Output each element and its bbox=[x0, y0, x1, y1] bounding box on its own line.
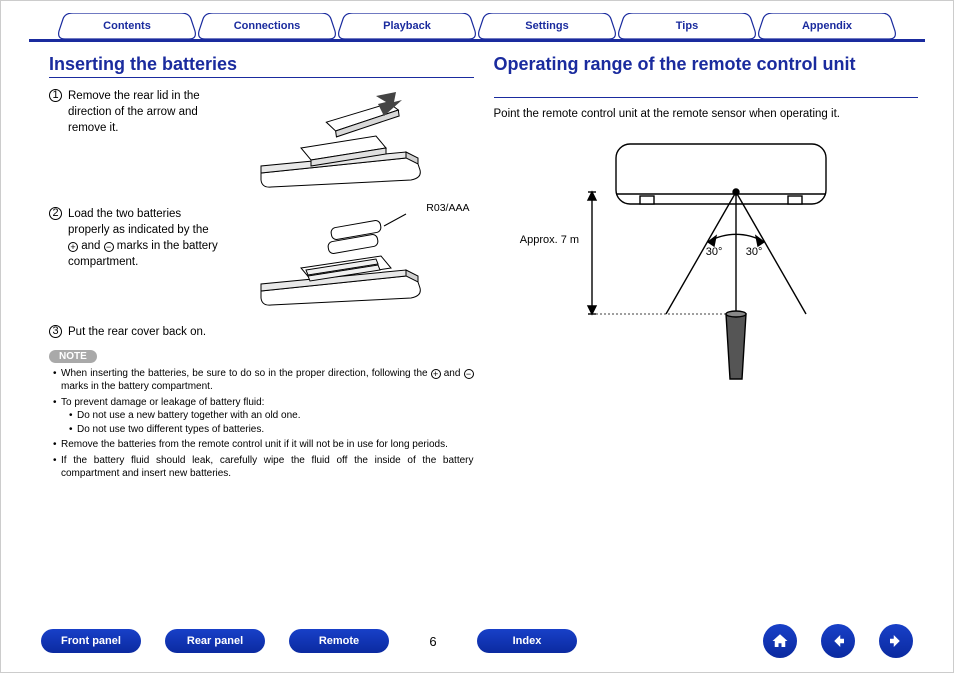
home-button[interactable] bbox=[763, 624, 797, 658]
index-button[interactable]: Index bbox=[477, 629, 577, 653]
tab-label: Tips bbox=[676, 20, 698, 32]
step-text: Put the rear cover back on. bbox=[68, 324, 206, 340]
angle-left-label: 30° bbox=[706, 246, 723, 258]
tab-label: Appendix bbox=[802, 20, 852, 32]
note-item: To prevent damage or leakage of battery … bbox=[53, 396, 474, 437]
arrow-right-icon bbox=[887, 632, 905, 650]
footer-bar: Front panel Rear panel Remote 6 Index bbox=[1, 624, 953, 658]
intro-text: Point the remote control unit at the rem… bbox=[494, 108, 919, 120]
tab-label: Playback bbox=[383, 20, 431, 32]
arrow-left-icon bbox=[829, 632, 847, 650]
angle-right-label: 30° bbox=[746, 246, 763, 258]
tab-playback[interactable]: Playback bbox=[337, 13, 477, 39]
right-column: Operating range of the remote control un… bbox=[494, 54, 919, 483]
figure-remove-lid bbox=[229, 88, 474, 188]
distance-label: Approx. 7 m bbox=[520, 234, 579, 246]
remote-button[interactable]: Remote bbox=[289, 629, 389, 653]
note-subitem: Do not use a new battery together with a… bbox=[69, 409, 474, 423]
step-number-3: 3 bbox=[49, 325, 62, 338]
step-number-2: 2 bbox=[49, 207, 62, 220]
note-item: If the battery fluid should leak, carefu… bbox=[53, 454, 474, 481]
heading-inserting-batteries: Inserting the batteries bbox=[49, 54, 474, 78]
main-content: Inserting the batteries 1 Remove the rea… bbox=[1, 42, 953, 483]
step-2: 2 Load the two batteries properly as ind… bbox=[49, 206, 219, 270]
tab-label: Connections bbox=[234, 20, 301, 32]
tab-tips[interactable]: Tips bbox=[617, 13, 757, 39]
step-1-row: 1 Remove the rear lid in the direction o… bbox=[49, 88, 474, 188]
left-column: Inserting the batteries 1 Remove the rea… bbox=[49, 54, 474, 483]
notes-list: When inserting the batteries, be sure to… bbox=[49, 367, 474, 481]
home-icon bbox=[771, 632, 789, 650]
next-button[interactable] bbox=[879, 624, 913, 658]
step-2-row: 2 Load the two batteries properly as ind… bbox=[49, 206, 474, 306]
battery-type-label: R03/AAA bbox=[426, 202, 469, 214]
tab-appendix[interactable]: Appendix bbox=[757, 13, 897, 39]
step-3: 3 Put the rear cover back on. bbox=[49, 324, 474, 340]
page-number: 6 bbox=[413, 634, 453, 649]
figure-load-batteries: R03/AAA bbox=[229, 206, 474, 306]
tab-label: Contents bbox=[103, 20, 151, 32]
heading-operating-range: Operating range of the remote control un… bbox=[494, 54, 919, 98]
prev-button[interactable] bbox=[821, 624, 855, 658]
tab-contents[interactable]: Contents bbox=[57, 13, 197, 39]
tab-connections[interactable]: Connections bbox=[197, 13, 337, 39]
figure-operating-range: Approx. 7 m 30° 30° bbox=[516, 134, 896, 387]
tab-label: Settings bbox=[525, 20, 568, 32]
step-number-1: 1 bbox=[49, 89, 62, 102]
step-text: Remove the rear lid in the direction of … bbox=[68, 88, 219, 136]
tab-settings[interactable]: Settings bbox=[477, 13, 617, 39]
step-1: 1 Remove the rear lid in the direction o… bbox=[49, 88, 219, 136]
note-subitem: Do not use two different types of batter… bbox=[69, 423, 474, 437]
note-badge: NOTE bbox=[49, 350, 97, 363]
front-panel-button[interactable]: Front panel bbox=[41, 629, 141, 653]
rear-panel-button[interactable]: Rear panel bbox=[165, 629, 265, 653]
step-text: Load the two batteries properly as indic… bbox=[68, 206, 219, 270]
note-item: When inserting the batteries, be sure to… bbox=[53, 367, 474, 394]
top-tabs: Contents Connections Playback Settings T… bbox=[29, 1, 925, 42]
note-item: Remove the batteries from the remote con… bbox=[53, 438, 474, 452]
